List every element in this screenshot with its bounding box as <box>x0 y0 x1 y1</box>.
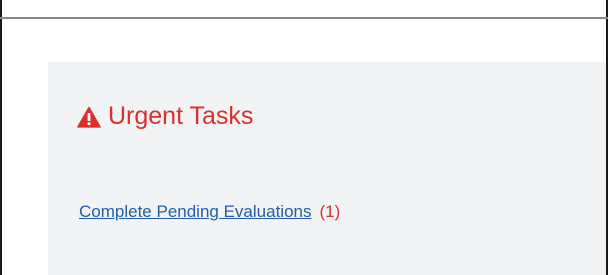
urgent-tasks-panel: Urgent Tasks Complete Pending Evaluation… <box>48 62 606 275</box>
top-divider <box>0 17 608 19</box>
urgent-tasks-heading: Urgent Tasks <box>77 104 253 129</box>
task-row: Complete Pending Evaluations (1) <box>79 203 340 220</box>
task-count-badge: (1) <box>319 202 341 221</box>
complete-pending-evaluations-link[interactable]: Complete Pending Evaluations <box>79 202 311 221</box>
urgent-tasks-title: Urgent Tasks <box>108 102 254 130</box>
warning-triangle-icon <box>77 106 101 128</box>
